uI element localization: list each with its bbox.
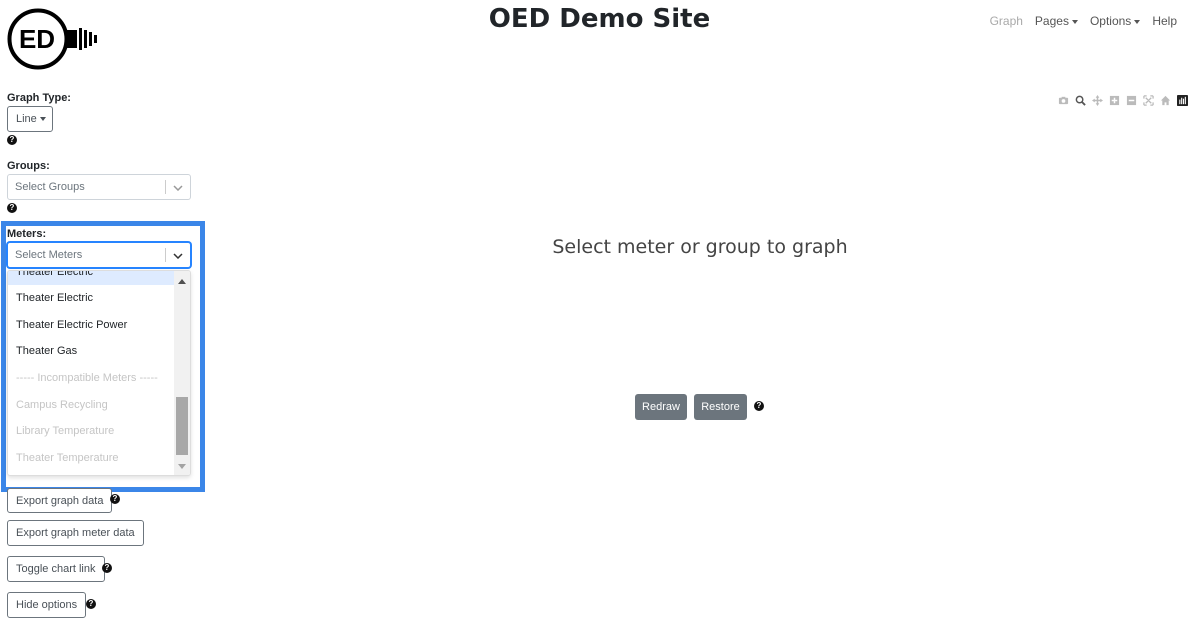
nav-pages-label: Pages bbox=[1034, 14, 1069, 28]
scroll-up-arrow-icon[interactable] bbox=[178, 279, 186, 284]
meter-option-disabled: Campus Recycling bbox=[16, 399, 108, 411]
caret-down-icon bbox=[1134, 19, 1141, 24]
hide-options-button[interactable]: Hide options bbox=[7, 592, 87, 618]
help-icon[interactable]: ? bbox=[754, 401, 764, 411]
plotly-logo-icon[interactable] bbox=[1177, 95, 1188, 106]
zoom-in-icon[interactable] bbox=[1109, 95, 1120, 106]
chevron-down-icon[interactable] bbox=[166, 248, 190, 262]
groups-select[interactable]: Select Groups bbox=[7, 174, 191, 200]
meter-option[interactable]: Theater Electric bbox=[8, 285, 176, 311]
caret-down-icon bbox=[1071, 19, 1078, 24]
zoom-out-icon[interactable] bbox=[1126, 95, 1137, 106]
redraw-button[interactable]: Redraw bbox=[635, 394, 687, 420]
meter-option-disabled: Theater Temperature bbox=[16, 452, 119, 464]
scrollbar-thumb[interactable] bbox=[176, 397, 188, 455]
export-graph-data-button[interactable]: Export graph data bbox=[7, 488, 113, 513]
menu-scrollbar[interactable] bbox=[174, 271, 190, 475]
nav-help-label: Help bbox=[1152, 14, 1177, 28]
help-icon[interactable]: ? bbox=[7, 203, 17, 213]
autoscale-icon[interactable] bbox=[1143, 95, 1154, 106]
plot-modebar bbox=[1058, 95, 1188, 106]
meters-placeholder: Select Meters bbox=[15, 249, 83, 261]
graph-type-value: Line bbox=[16, 113, 37, 125]
nav-graph-label: Graph bbox=[989, 14, 1023, 28]
help-icon[interactable]: ? bbox=[110, 494, 120, 504]
meters-label: Meters: bbox=[7, 228, 47, 240]
pan-icon[interactable] bbox=[1092, 95, 1103, 106]
restore-button[interactable]: Restore bbox=[694, 394, 747, 420]
nav-options-dropdown[interactable]: Options bbox=[1089, 14, 1141, 28]
meter-option[interactable]: Theater Electric Power bbox=[8, 312, 176, 338]
incompatible-meters-divider: ----- Incompatible Meters ----- bbox=[16, 372, 158, 384]
nav-pages-dropdown[interactable]: Pages bbox=[1034, 14, 1079, 28]
nav-graph[interactable]: Graph bbox=[989, 14, 1024, 28]
meters-dropdown-menu[interactable]: Theater Electric Theater Electric Theate… bbox=[7, 270, 191, 476]
nav-help[interactable]: Help bbox=[1151, 14, 1178, 28]
camera-icon[interactable] bbox=[1058, 95, 1069, 106]
groups-placeholder: Select Groups bbox=[15, 181, 85, 193]
export-meter-data-button[interactable]: Export graph meter data bbox=[7, 520, 144, 546]
zoom-icon[interactable] bbox=[1075, 95, 1086, 106]
graph-type-label: Graph Type: bbox=[7, 92, 71, 104]
meters-select[interactable]: Select Meters bbox=[7, 242, 191, 268]
caret-down-icon bbox=[39, 117, 46, 121]
meter-option-disabled: Library Temperature bbox=[16, 425, 115, 437]
help-icon[interactable]: ? bbox=[7, 135, 17, 145]
toggle-chart-link-button[interactable]: Toggle chart link bbox=[7, 556, 105, 582]
scroll-down-arrow-icon[interactable] bbox=[178, 464, 186, 469]
graph-type-dropdown[interactable]: Line bbox=[7, 106, 53, 132]
groups-label: Groups: bbox=[7, 160, 50, 172]
home-icon[interactable] bbox=[1160, 95, 1171, 106]
top-navigation: Graph Pages Options Help bbox=[989, 14, 1178, 28]
empty-graph-message: Select meter or group to graph bbox=[552, 236, 848, 258]
chevron-down-icon[interactable] bbox=[166, 180, 190, 194]
meter-option[interactable]: Theater Electric bbox=[8, 271, 176, 285]
nav-options-label: Options bbox=[1089, 14, 1132, 28]
meter-option[interactable]: Theater Gas bbox=[8, 338, 176, 364]
help-icon[interactable]: ? bbox=[102, 563, 112, 573]
help-icon[interactable]: ? bbox=[86, 599, 96, 609]
